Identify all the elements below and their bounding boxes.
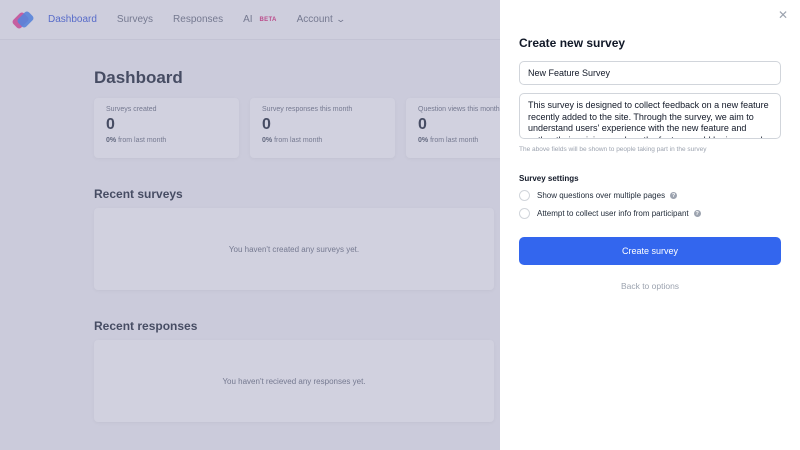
option-collect-user-info[interactable]: Attempt to collect user info from partic…	[519, 208, 701, 219]
help-icon[interactable]: ?	[693, 210, 701, 217]
survey-description-input[interactable]: This survey is designed to collect feedb…	[519, 93, 781, 139]
back-to-options-link[interactable]: Back to options	[519, 281, 781, 291]
fields-hint: The above fields will be shown to people…	[519, 146, 707, 153]
option-multiple-pages[interactable]: Show questions over multiple pages ?	[519, 190, 678, 201]
create-survey-drawer: ✕ Create new survey This survey is desig…	[500, 0, 800, 450]
collect-user-info-checkbox[interactable]	[519, 208, 530, 219]
modal-overlay[interactable]	[0, 0, 500, 450]
help-icon[interactable]: ?	[670, 192, 678, 199]
option-label: Attempt to collect user info from partic…	[537, 209, 689, 218]
multiple-pages-checkbox[interactable]	[519, 190, 530, 201]
survey-settings-title: Survey settings	[519, 174, 579, 183]
close-icon[interactable]: ✕	[778, 8, 788, 22]
option-label: Show questions over multiple pages	[537, 191, 666, 200]
create-survey-button[interactable]: Create survey	[519, 237, 781, 265]
drawer-title: Create new survey	[519, 36, 626, 50]
survey-name-input[interactable]	[519, 61, 781, 85]
